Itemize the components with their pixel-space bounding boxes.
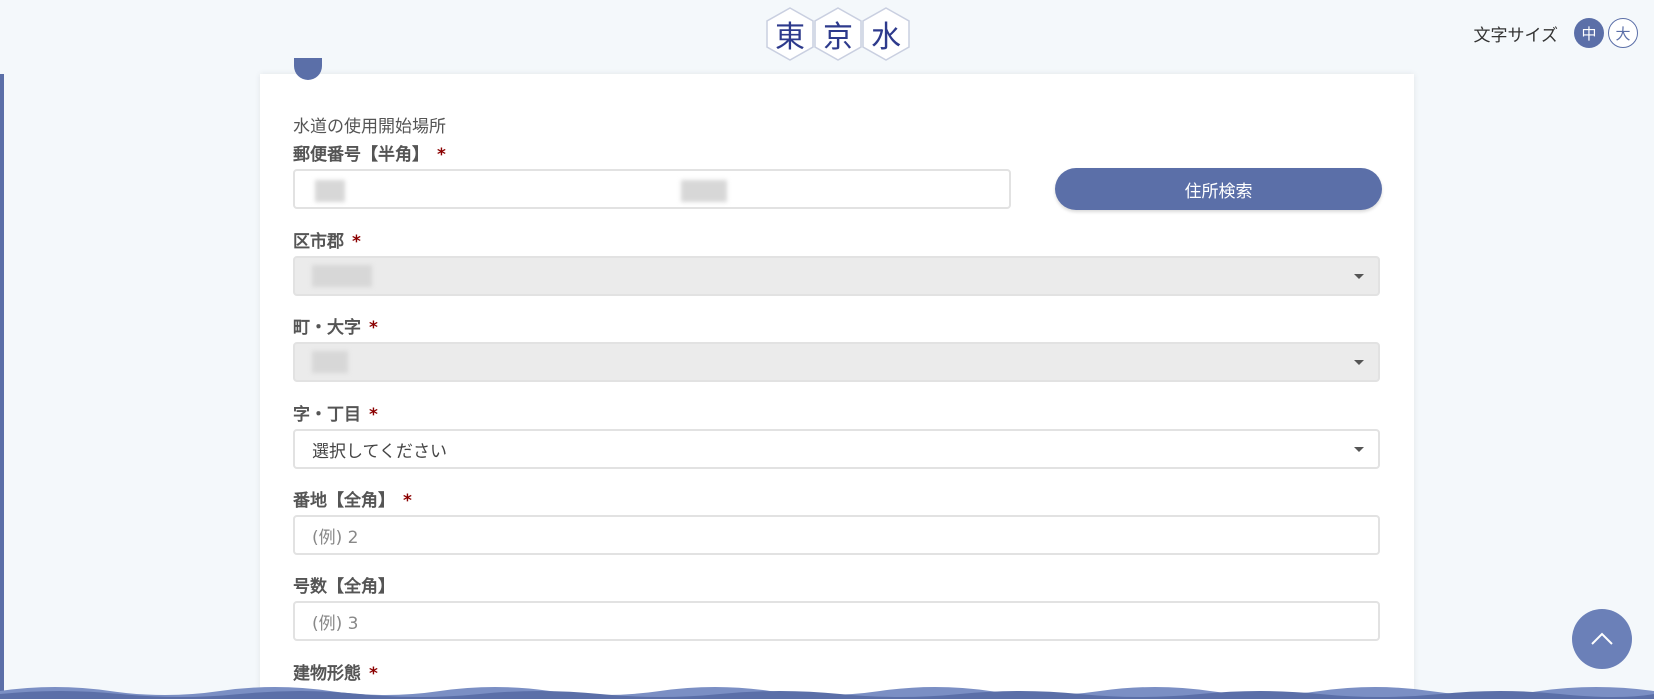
postal-code-label: 郵便番号【半角】 *	[293, 140, 446, 165]
gou-label: 号数【全角】	[293, 572, 395, 597]
ward-label-text: 区市郡	[293, 232, 344, 252]
building-type-label: 建物形態 *	[293, 659, 378, 684]
address-search-button[interactable]: 住所検索	[1055, 168, 1382, 210]
town-label: 町・大字 *	[293, 313, 378, 338]
gou-input[interactable]: (例) 3	[293, 601, 1380, 641]
step-indicator	[294, 58, 322, 80]
redacted-value	[312, 351, 348, 373]
logo-hexagon: 東	[764, 6, 816, 62]
site-logo[interactable]: 東 京 水	[764, 6, 910, 62]
redacted-value	[312, 265, 372, 287]
chevron-down-icon	[1354, 447, 1364, 452]
redacted-value	[681, 180, 727, 202]
required-mark: *	[369, 405, 378, 425]
logo-char: 水	[871, 20, 901, 55]
gou-placeholder: (例) 3	[312, 613, 359, 634]
town-select[interactable]	[293, 342, 1380, 382]
logo-char: 京	[823, 20, 853, 55]
banchi-label: 番地【全角】 *	[293, 486, 412, 511]
building-type-label-text: 建物形態	[293, 664, 361, 684]
left-border	[0, 0, 4, 699]
font-size-label: 文字サイズ	[1473, 25, 1559, 46]
required-mark: *	[403, 491, 412, 511]
chome-label-text: 字・丁目	[293, 405, 361, 425]
ward-label: 区市郡 *	[293, 227, 361, 252]
chome-select-value: 選択してください	[312, 441, 447, 462]
chome-select[interactable]: 選択してください	[293, 429, 1380, 469]
font-size-large-button[interactable]: 大	[1608, 18, 1638, 48]
logo-hexagon: 京	[812, 6, 864, 62]
chevron-up-icon	[1591, 632, 1613, 645]
gou-label-text: 号数【全角】	[293, 577, 395, 597]
footer-wave	[0, 687, 1654, 699]
postal-code-input[interactable]	[293, 169, 1011, 209]
chome-label: 字・丁目 *	[293, 400, 378, 425]
logo-char: 東	[775, 20, 805, 55]
site-header: 東 京 水 文字サイズ 中 大	[0, 0, 1654, 74]
font-size-switcher: 文字サイズ 中 大	[1473, 18, 1638, 48]
town-label-text: 町・大字	[293, 318, 361, 338]
scroll-to-top-button[interactable]	[1572, 609, 1632, 669]
required-mark: *	[352, 232, 361, 252]
logo-hexagon: 水	[860, 6, 912, 62]
ward-select[interactable]	[293, 256, 1380, 296]
chevron-down-icon	[1354, 274, 1364, 279]
required-mark: *	[369, 318, 378, 338]
required-mark: *	[369, 664, 378, 684]
banchi-label-text: 番地【全角】	[293, 491, 395, 511]
banchi-placeholder: (例) 2	[312, 527, 359, 548]
font-size-medium-button[interactable]: 中	[1574, 18, 1604, 48]
banchi-input[interactable]: (例) 2	[293, 515, 1380, 555]
section-title: 水道の使用開始場所	[293, 117, 446, 137]
required-mark: *	[437, 145, 446, 165]
redacted-value	[315, 180, 345, 202]
postal-code-label-text: 郵便番号【半角】	[293, 145, 429, 165]
form-card: 水道の使用開始場所 郵便番号【半角】 * 住所検索 区市郡 * 町・大字 * 字・丁目…	[260, 58, 1414, 699]
chevron-down-icon	[1354, 360, 1364, 365]
